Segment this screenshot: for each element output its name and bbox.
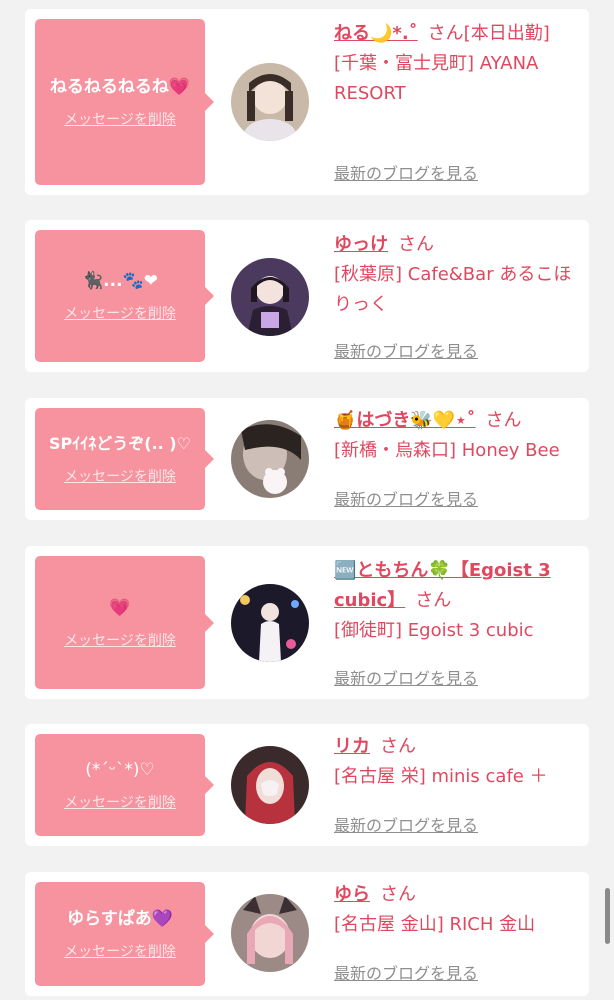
cast-info: ゆっけ さん [秋葉原] Cafe&Bar あるこほりっく bbox=[334, 230, 574, 320]
avatar[interactable] bbox=[231, 258, 309, 336]
delete-message-link[interactable]: メッセージを削除 bbox=[64, 792, 176, 812]
latest-blog-link[interactable]: 最新のブログを見る bbox=[334, 486, 478, 510]
message-bubble: (*ˊᵕˋ*)♡ メッセージを削除 bbox=[35, 734, 214, 836]
shop-info: [秋葉原] Cafe&Bar あるこほりっく bbox=[334, 264, 572, 315]
message-card: ゆらすぱあ💜 メッセージを削除 ゆら さん [名古屋 金山] RICH 金山 最新… bbox=[25, 872, 589, 996]
cast-suffix: さん bbox=[380, 736, 416, 757]
avatar[interactable] bbox=[231, 746, 309, 824]
cast-info: 🆕ともちん🍀【Egoist 3 cubic】 さん [御徒町] Egoist 3 … bbox=[334, 556, 574, 646]
delete-message-link[interactable]: メッセージを削除 bbox=[64, 109, 176, 129]
message-text: SPｲｲﾈどうぞ(.. )♡ bbox=[49, 434, 191, 453]
avatar[interactable] bbox=[231, 420, 309, 498]
latest-blog-link[interactable]: 最新のブログを見る bbox=[334, 338, 478, 362]
cast-info: 🍯はづき🐝💛⋆˚ さん [新橋・烏森口] Honey Bee bbox=[334, 406, 574, 466]
cast-name-link[interactable]: ゆら bbox=[334, 884, 370, 905]
scrollbar[interactable] bbox=[605, 888, 610, 944]
message-card: ねるねるねるね💗 メッセージを削除 ねる🌙*.˚ さん[本日出勤] [千葉・富士見… bbox=[25, 9, 589, 195]
cast-suffix: さん bbox=[398, 234, 434, 255]
delete-message-link[interactable]: メッセージを削除 bbox=[64, 630, 176, 650]
message-text: 🐈‍⬛...🐾❤ bbox=[82, 271, 158, 291]
cast-name-link[interactable]: ねる🌙*.˚ bbox=[334, 23, 418, 44]
message-text: ゆらすぱあ💜 bbox=[67, 909, 173, 929]
cast-name-link[interactable]: ゆっけ bbox=[334, 234, 388, 255]
avatar[interactable] bbox=[231, 584, 309, 662]
latest-blog-link[interactable]: 最新のブログを見る bbox=[334, 812, 478, 836]
cast-name-link[interactable]: リカ bbox=[334, 736, 370, 757]
message-bubble: ねるねるねるね💗 メッセージを削除 bbox=[35, 19, 214, 185]
message-bubble: SPｲｲﾈどうぞ(.. )♡ メッセージを削除 bbox=[35, 408, 214, 510]
cast-name-link[interactable]: 🍯はづき🐝💛⋆˚ bbox=[334, 410, 476, 431]
delete-message-link[interactable]: メッセージを削除 bbox=[64, 303, 176, 323]
cast-suffix: さん bbox=[485, 410, 522, 431]
latest-blog-link[interactable]: 最新のブログを見る bbox=[334, 960, 478, 984]
latest-blog-link[interactable]: 最新のブログを見る bbox=[334, 665, 478, 689]
message-card: 🐈‍⬛...🐾❤ メッセージを削除 ゆっけ さん [秋葉原] Cafe&Bar あ… bbox=[25, 220, 589, 372]
shop-info: [千葉・富士見町] AYANA RESORT bbox=[334, 53, 539, 104]
cast-suffix: さん bbox=[380, 884, 416, 905]
delete-message-link[interactable]: メッセージを削除 bbox=[64, 941, 176, 961]
message-card: 💗 メッセージを削除 🆕ともちん🍀【Egoist 3 cubic】 さん [御徒町… bbox=[25, 546, 589, 699]
cast-suffix: さん bbox=[415, 590, 452, 611]
avatar[interactable] bbox=[231, 894, 309, 972]
cast-info: ねる🌙*.˚ さん[本日出勤] [千葉・富士見町] AYANA RESORT bbox=[334, 19, 574, 109]
shop-info: [御徒町] Egoist 3 cubic bbox=[334, 620, 534, 641]
shop-info: [新橋・烏森口] Honey Bee bbox=[334, 440, 560, 461]
avatar[interactable] bbox=[231, 63, 309, 141]
cast-suffix: さん[本日出勤] bbox=[427, 23, 550, 44]
message-text: 💗 bbox=[109, 597, 131, 618]
shop-info: [名古屋 栄] minis cafe ＋ bbox=[334, 766, 548, 787]
cast-info: リカ さん [名古屋 栄] minis cafe ＋ bbox=[334, 732, 574, 792]
cast-info: ゆら さん [名古屋 金山] RICH 金山 bbox=[334, 880, 574, 940]
message-text: ねるねるねるね💗 bbox=[49, 77, 191, 97]
message-card: SPｲｲﾈどうぞ(.. )♡ メッセージを削除 🍯はづき🐝💛⋆˚ さん [新橋・烏… bbox=[25, 398, 589, 520]
shop-info: [名古屋 金山] RICH 金山 bbox=[334, 914, 536, 935]
message-bubble: 🐈‍⬛...🐾❤ メッセージを削除 bbox=[35, 230, 214, 362]
message-card: (*ˊᵕˋ*)♡ メッセージを削除 リカ さん [名古屋 栄] minis caf… bbox=[25, 724, 589, 846]
message-text: (*ˊᵕˋ*)♡ bbox=[85, 760, 155, 780]
message-bubble: 💗 メッセージを削除 bbox=[35, 556, 214, 689]
latest-blog-link[interactable]: 最新のブログを見る bbox=[334, 160, 478, 184]
delete-message-link[interactable]: メッセージを削除 bbox=[64, 466, 176, 486]
message-bubble: ゆらすぱあ💜 メッセージを削除 bbox=[35, 882, 214, 986]
